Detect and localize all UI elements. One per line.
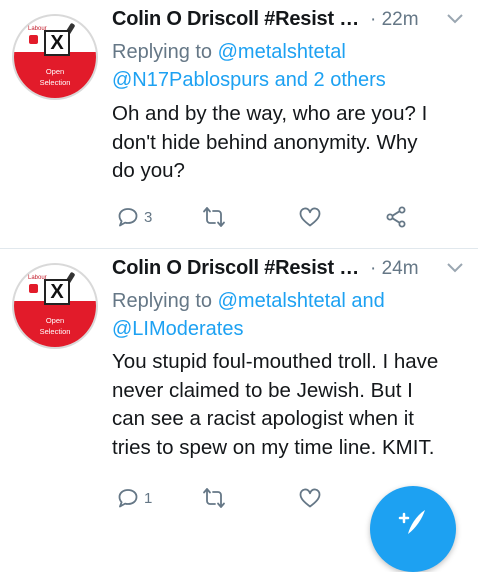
reply-button[interactable]: 3 bbox=[116, 202, 152, 232]
avatar-caption-line: Open bbox=[45, 316, 65, 325]
avatar-caption: Open Selection bbox=[14, 66, 96, 88]
mention-link[interactable]: @LIModerates bbox=[112, 318, 243, 340]
tweet[interactable]: Labour X Open Selection Colin O Driscoll… bbox=[0, 0, 478, 249]
tweet-text: Oh and by the way, who are you? I don't … bbox=[112, 100, 466, 186]
retweet-icon bbox=[203, 488, 225, 508]
tweet-text-line: can see a racist apologist when it bbox=[112, 407, 414, 430]
like-button[interactable] bbox=[298, 202, 322, 232]
replying-label: Replying to bbox=[112, 290, 218, 312]
chevron-down-icon[interactable] bbox=[446, 261, 464, 275]
author-name[interactable]: Colin O Driscoll #Resist … bbox=[112, 8, 359, 31]
compose-button[interactable] bbox=[370, 486, 456, 572]
tweet-header: Colin O Driscoll #Resist … · 22m bbox=[112, 6, 466, 36]
avatar-caption-line: Selection bbox=[39, 327, 71, 336]
mention-link[interactable]: @metalshtetal bbox=[218, 41, 346, 63]
avatar[interactable]: Labour X Open Selection bbox=[12, 14, 98, 100]
avatar[interactable]: Labour X Open Selection bbox=[12, 263, 98, 349]
replying-to: Replying to @metalshtetal @N17Pablospurs… bbox=[112, 38, 466, 94]
avatar-caption-line: Open bbox=[45, 67, 65, 76]
ballot-box: X bbox=[44, 279, 70, 305]
reply-icon bbox=[118, 489, 138, 508]
compose-icon bbox=[398, 510, 425, 534]
replying-to: Replying to @metalshtetal and @LIModerat… bbox=[112, 287, 466, 343]
mention-link[interactable]: @N17Pablospurs and 2 others bbox=[112, 69, 386, 91]
like-button[interactable] bbox=[298, 483, 322, 513]
tweet-text-line: Oh and by the way, who are you? I bbox=[112, 102, 428, 125]
share-button[interactable] bbox=[384, 202, 408, 232]
retweet-icon bbox=[203, 207, 225, 227]
author-name[interactable]: Colin O Driscoll #Resist … bbox=[112, 257, 359, 280]
tweet-text-line: You stupid foul-mouthed troll. I have bbox=[112, 350, 439, 373]
tweet-text-line: don't hide behind anonymity. Why bbox=[112, 130, 418, 154]
tweet[interactable]: Labour X Open Selection Colin O Driscoll… bbox=[0, 249, 478, 526]
timestamp[interactable]: · 22m bbox=[370, 9, 419, 31]
reply-count: 1 bbox=[144, 489, 153, 507]
reply-icon bbox=[118, 208, 138, 227]
tweet-text-line: tries to spew on my time line. KMIT. bbox=[112, 435, 435, 459]
reply-count: 3 bbox=[144, 208, 153, 226]
tweet-header: Colin O Driscoll #Resist … · 24m bbox=[112, 255, 466, 285]
rose-icon bbox=[29, 35, 38, 44]
reply-button[interactable]: 1 bbox=[116, 483, 152, 513]
rose-icon bbox=[29, 284, 38, 293]
mention-link[interactable]: @metalshtetal and bbox=[218, 290, 385, 312]
retweet-button[interactable] bbox=[202, 202, 226, 232]
like-icon bbox=[299, 207, 321, 227]
avatar-caption: Open Selection bbox=[14, 315, 96, 337]
tweet-text-line: never claimed to be Jewish. But I bbox=[112, 378, 413, 402]
tweet-text-line: do you? bbox=[112, 159, 185, 182]
tweet-text: You stupid foul-mouthed troll. I have ne… bbox=[112, 348, 466, 462]
like-icon bbox=[299, 488, 321, 508]
chevron-down-icon[interactable] bbox=[446, 12, 464, 26]
timestamp[interactable]: · 24m bbox=[370, 258, 419, 280]
ballot-box: X bbox=[44, 30, 70, 56]
replying-label: Replying to bbox=[112, 41, 218, 63]
share-icon bbox=[386, 206, 406, 228]
avatar-caption-line: Selection bbox=[39, 78, 71, 87]
retweet-button[interactable] bbox=[202, 483, 226, 513]
